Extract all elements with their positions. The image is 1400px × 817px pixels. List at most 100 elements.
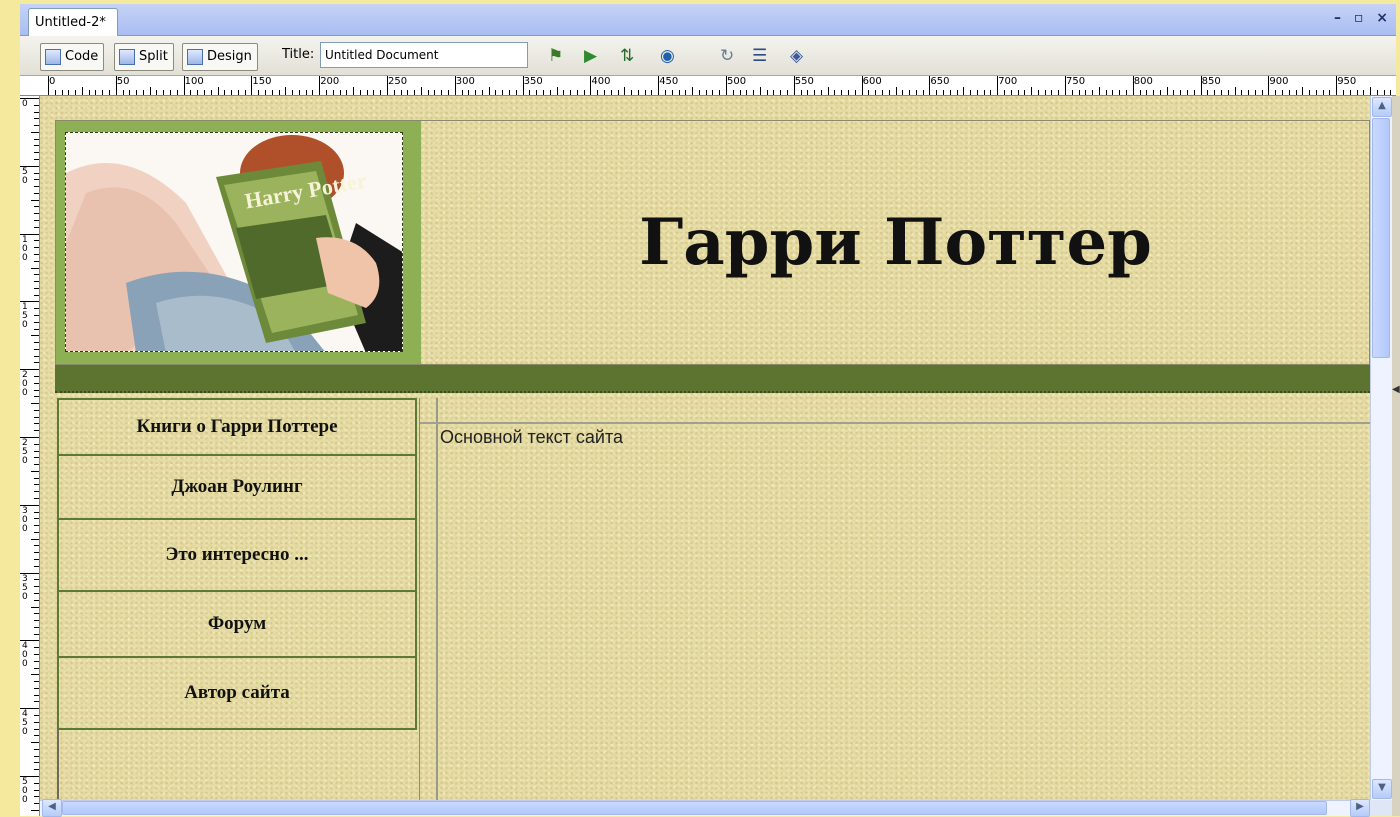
horizontal-ruler-tick xyxy=(990,90,992,95)
column-divider xyxy=(419,398,420,800)
vertical-scroll-thumb[interactable] xyxy=(1372,118,1390,358)
design-view-button[interactable]: Design xyxy=(182,43,258,71)
vertical-ruler-tick xyxy=(34,491,39,493)
vertical-ruler: 0 50 100 150 200 250 300 350 400 450 500 xyxy=(20,96,40,816)
nav-item-author[interactable]: Автор сайта xyxy=(57,658,417,730)
nav-item-books[interactable]: Книги о Гарри Поттере xyxy=(57,398,417,456)
scroll-up-arrow-icon[interactable]: ▲ xyxy=(1372,97,1392,117)
horizontal-ruler-label: 400 xyxy=(591,76,611,87)
horizontal-ruler-tick xyxy=(942,90,944,95)
horizontal-ruler-label: 300 xyxy=(455,76,475,87)
horizontal-ruler-tick xyxy=(753,90,755,95)
horizontal-ruler-tick xyxy=(868,90,870,95)
code-view-icon xyxy=(45,49,61,65)
vertical-ruler-tick xyxy=(34,308,39,310)
horizontal-ruler-label: 150 xyxy=(252,76,272,87)
vertical-ruler-label: 450 xyxy=(22,709,28,738)
horizontal-ruler-tick xyxy=(1105,90,1107,95)
horizontal-ruler-label: 250 xyxy=(388,76,408,87)
horizontal-ruler-tick xyxy=(509,90,511,95)
horizontal-ruler-tick xyxy=(732,90,734,95)
view-options-icon[interactable]: ☰ xyxy=(752,46,767,66)
nav-item-rowling[interactable]: Джоан Роулинг xyxy=(57,456,417,520)
preview-in-browser-icon[interactable]: ◉ xyxy=(660,46,675,66)
horizontal-ruler-tick xyxy=(637,90,639,95)
horizontal-ruler-tick xyxy=(895,87,897,95)
horizontal-ruler-label: 550 xyxy=(794,76,814,87)
vertical-ruler-tick xyxy=(34,287,39,289)
horizontal-ruler-tick xyxy=(258,90,260,95)
horizontal-ruler-tick xyxy=(542,90,544,95)
refresh-icon[interactable]: ↻ xyxy=(720,46,734,66)
horizontal-ruler-tick xyxy=(1051,90,1053,95)
horizontal-ruler-tick xyxy=(1085,90,1087,95)
vertical-ruler-tick xyxy=(20,233,39,235)
design-canvas[interactable]: Harry Potter Гарри Поттер Книги о Гарри … xyxy=(40,96,1370,800)
validate-markup-icon[interactable]: ⚑ xyxy=(548,46,563,66)
visual-aids-icon[interactable]: ◈ xyxy=(790,46,803,66)
vertical-ruler-tick xyxy=(34,206,39,208)
nav-item-forum[interactable]: Форум xyxy=(57,592,417,658)
horizontal-ruler-tick xyxy=(1037,90,1039,95)
vertical-ruler-tick xyxy=(34,430,39,432)
horizontal-ruler-tick xyxy=(224,90,226,95)
horizontal-ruler-tick xyxy=(1329,90,1331,95)
design-view-icon xyxy=(187,49,203,65)
horizontal-ruler-tick xyxy=(1227,90,1229,95)
horizontal-ruler-tick xyxy=(536,90,538,95)
horizontal-ruler-tick xyxy=(841,90,843,95)
horizontal-ruler-tick xyxy=(237,90,239,95)
vertical-ruler-tick xyxy=(34,247,39,249)
vertical-ruler-tick xyxy=(34,362,39,364)
horizontal-ruler-tick xyxy=(393,90,395,95)
horizontal-ruler-label: 100 xyxy=(184,76,204,87)
horizontal-scroll-thumb[interactable] xyxy=(62,801,1327,815)
browser-compatibility-icon[interactable]: ▶ xyxy=(584,46,597,66)
scroll-down-arrow-icon[interactable]: ▼ xyxy=(1372,779,1392,799)
panel-collapse-icon[interactable]: ◀ xyxy=(1392,384,1400,395)
vertical-ruler-tick xyxy=(34,348,39,350)
horizontal-ruler-tick xyxy=(1024,90,1026,95)
horizontal-ruler-label: 50 xyxy=(116,76,130,87)
split-view-button[interactable]: Split xyxy=(114,43,174,71)
horizontal-ruler-tick xyxy=(454,76,456,95)
code-view-button[interactable]: Code xyxy=(40,43,105,71)
scroll-right-arrow-icon[interactable]: ▶ xyxy=(1350,799,1370,817)
horizontal-ruler-tick xyxy=(1065,76,1066,95)
window-controls[interactable]: – ▫ × xyxy=(1334,10,1392,26)
horizontal-ruler-tick xyxy=(692,87,694,95)
vertical-ruler-tick xyxy=(20,504,39,506)
horizontal-ruler-tick xyxy=(834,90,836,95)
file-management-icon[interactable]: ⇅ xyxy=(620,46,634,66)
horizontal-ruler-tick xyxy=(1078,90,1080,95)
horizontal-ruler-label: 600 xyxy=(862,76,882,87)
horizontal-ruler-tick xyxy=(956,90,958,95)
vertical-ruler-tick xyxy=(34,145,39,147)
horizontal-ruler-tick xyxy=(332,90,334,95)
vertical-ruler-tick xyxy=(34,531,39,533)
horizontal-ruler-tick xyxy=(854,90,856,95)
horizontal-ruler-tick xyxy=(1044,90,1046,95)
horizontal-ruler-label: 350 xyxy=(523,76,543,87)
horizontal-ruler-tick xyxy=(929,76,931,95)
horizontal-ruler-tick xyxy=(129,90,131,95)
vertical-ruler-tick xyxy=(34,660,39,662)
vertical-ruler-label: 350 xyxy=(22,573,28,602)
vertical-ruler-tick xyxy=(34,213,39,215)
vertical-ruler-tick xyxy=(34,396,39,398)
horizontal-ruler-tick xyxy=(407,90,409,95)
split-view-icon xyxy=(119,49,135,65)
main-content-text[interactable]: Основной текст сайта xyxy=(440,427,623,448)
nav-item-interesting[interactable]: Это интересно ... xyxy=(57,520,417,592)
horizontal-ruler-tick xyxy=(481,90,483,95)
vertical-ruler-tick xyxy=(31,131,39,133)
horizontal-ruler-label: 500 xyxy=(727,76,747,87)
horizontal-ruler-tick xyxy=(190,90,192,95)
horizontal-ruler-tick xyxy=(583,90,585,95)
horizontal-ruler-label: 900 xyxy=(1269,76,1289,87)
scroll-left-arrow-icon[interactable]: ◀ xyxy=(42,799,62,817)
vertical-ruler-tick xyxy=(34,721,39,723)
document-tab[interactable]: Untitled-2* xyxy=(28,8,118,36)
title-input[interactable] xyxy=(320,42,528,68)
vertical-ruler-tick xyxy=(34,192,39,194)
